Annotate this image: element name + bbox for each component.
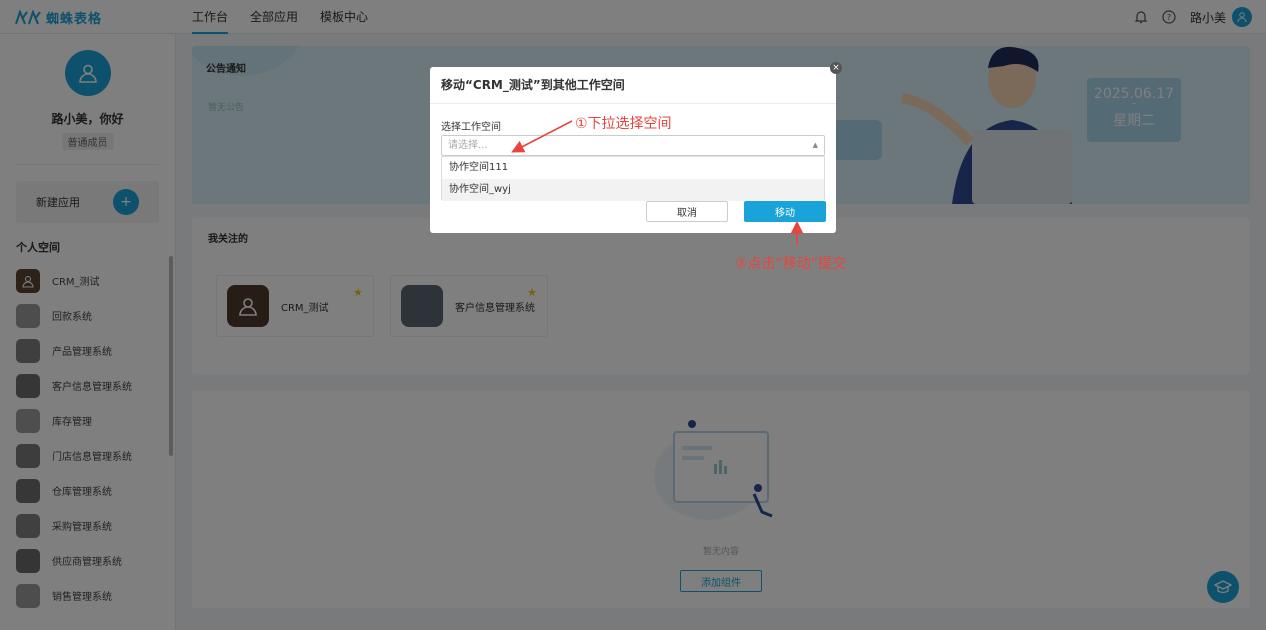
dialog-title: 移动“CRM_测试”到其他工作空间 — [430, 67, 836, 104]
annotation-step-1: ①下拉选择空间 — [575, 116, 672, 132]
cancel-button[interactable]: 取消 — [646, 201, 728, 222]
dropdown-option[interactable]: 协作空间_wyj — [442, 179, 824, 201]
workspace-field-label: 选择工作空间 — [441, 122, 501, 133]
caret-up-icon: ▲ — [812, 141, 818, 149]
workspace-select[interactable]: 请选择... ▲ — [441, 135, 825, 156]
move-button[interactable]: 移动 — [744, 201, 826, 222]
select-placeholder: 请选择... — [448, 140, 488, 151]
close-icon[interactable]: × — [830, 62, 842, 74]
move-app-dialog: 移动“CRM_测试”到其他工作空间 × 选择工作空间 请选择... ▲ 协作空间… — [430, 62, 842, 233]
annotation-step-2: ②点击“移动”提交 — [735, 256, 847, 272]
dropdown-option[interactable]: 协作空间111 — [442, 157, 824, 179]
workspace-dropdown: 协作空间111 协作空间_wyj — [441, 156, 825, 201]
